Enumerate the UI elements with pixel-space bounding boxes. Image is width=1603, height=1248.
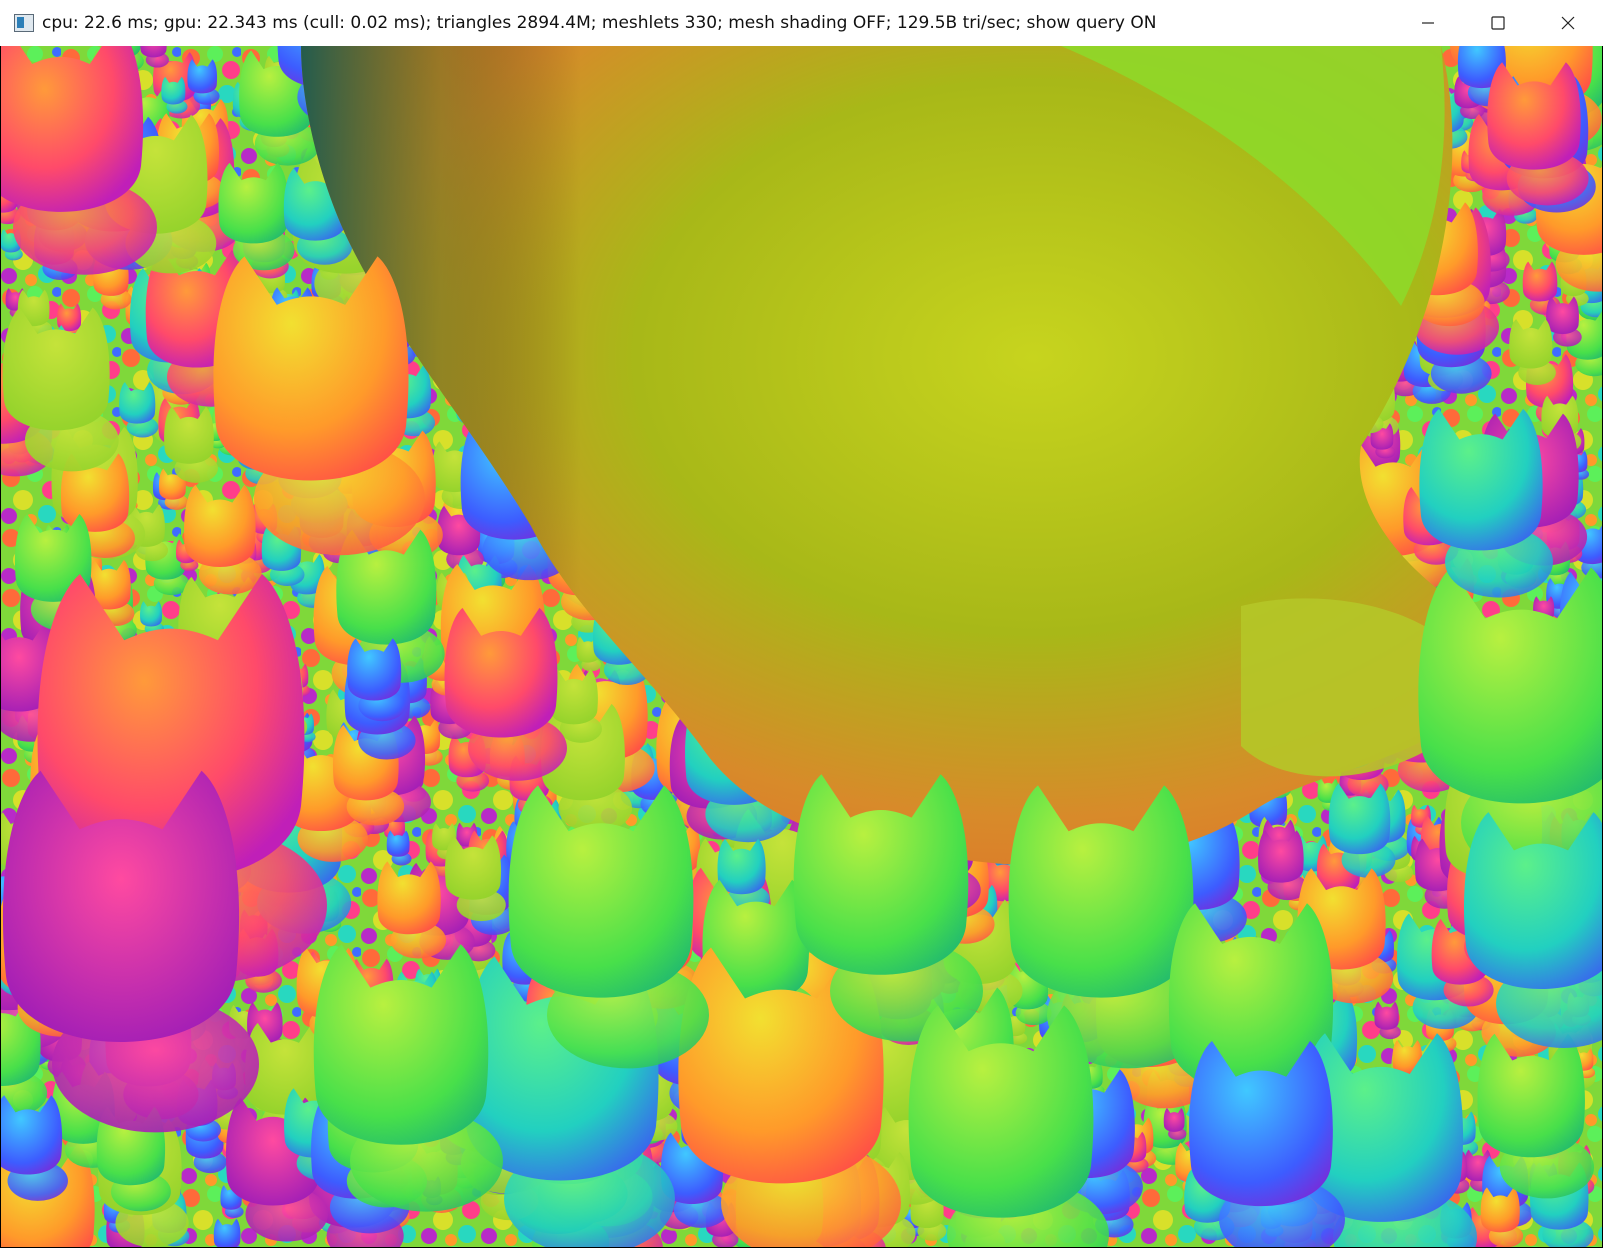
minimize-button[interactable] (1393, 0, 1463, 46)
render-viewport[interactable] (1, 46, 1602, 1247)
window-title: cpu: 22.6 ms; gpu: 22.343 ms (cull: 0.02… (42, 13, 1157, 33)
maximize-button[interactable] (1463, 0, 1533, 46)
app-window-icon (14, 14, 34, 32)
close-icon (1561, 16, 1575, 30)
application-window: cpu: 22.6 ms; gpu: 22.343 ms (cull: 0.02… (0, 0, 1603, 1248)
creature-model (1, 1095, 68, 1201)
maximize-icon (1491, 16, 1505, 30)
minimize-icon (1422, 22, 1434, 24)
creature-model (1, 46, 157, 275)
window-controls (1393, 0, 1603, 46)
rendered-3d-viewport (1, 46, 1602, 1247)
title-bar[interactable]: cpu: 22.6 ms; gpu: 22.343 ms (cull: 0.02… (0, 0, 1603, 46)
close-button[interactable] (1533, 0, 1603, 46)
